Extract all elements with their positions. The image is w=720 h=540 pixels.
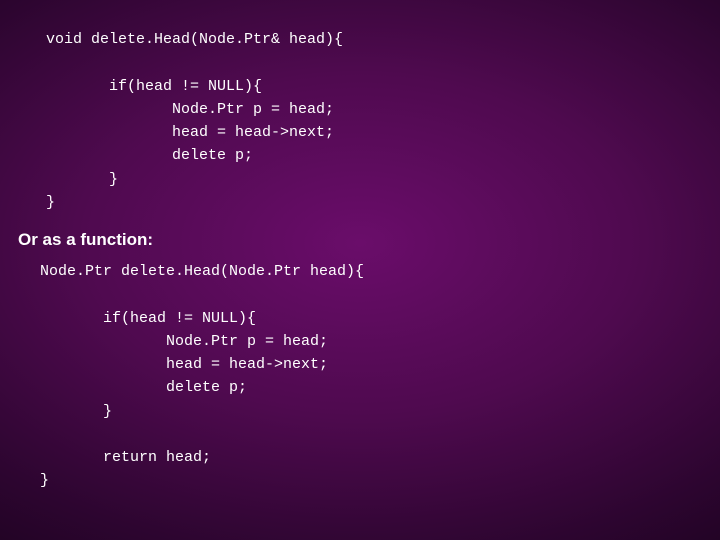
code-line: Node.Ptr delete.Head(Node.Ptr head){: [40, 263, 364, 280]
code-line: }: [46, 171, 118, 188]
code-line: Node.Ptr p = head;: [46, 101, 334, 118]
code-block-function: Node.Ptr delete.Head(Node.Ptr head){ if(…: [0, 260, 720, 493]
code-line: return head;: [40, 449, 211, 466]
code-line: delete p;: [40, 379, 247, 396]
code-line: void delete.Head(Node.Ptr& head){: [46, 31, 343, 48]
code-block-procedure: void delete.Head(Node.Ptr& head){ if(hea…: [0, 28, 720, 214]
code-line: }: [40, 403, 112, 420]
code-line: head = head->next;: [46, 124, 334, 141]
slide: void delete.Head(Node.Ptr& head){ if(hea…: [0, 0, 720, 512]
caption-or-as-function: Or as a function:: [18, 230, 720, 250]
code-line: if(head != NULL){: [40, 310, 256, 327]
code-line: }: [40, 472, 49, 489]
code-line: }: [46, 194, 55, 211]
code-line: if(head != NULL){: [46, 78, 262, 95]
code-line: head = head->next;: [40, 356, 328, 373]
code-line: delete p;: [46, 147, 253, 164]
code-line: Node.Ptr p = head;: [40, 333, 328, 350]
